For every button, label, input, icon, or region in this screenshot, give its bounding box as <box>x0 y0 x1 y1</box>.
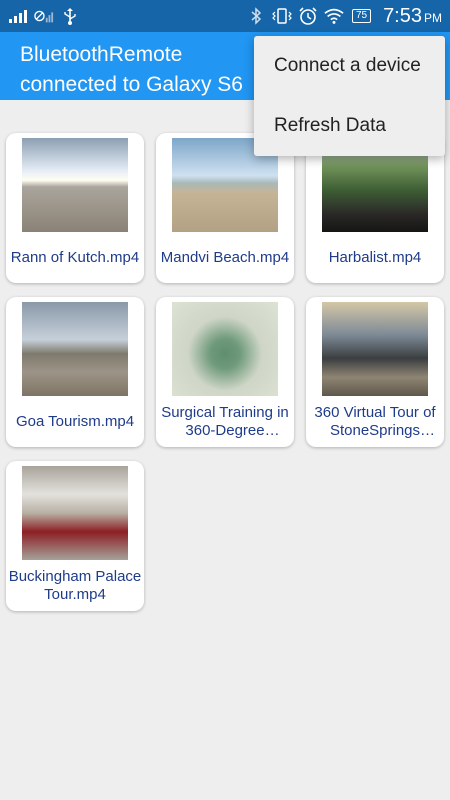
video-thumbnail <box>22 466 128 560</box>
video-title: Rann of Kutch.mp4 <box>10 248 140 266</box>
vibrate-icon <box>272 6 292 26</box>
battery-icon: 75 <box>351 9 372 23</box>
menu-item-connect-device[interactable]: Connect a device <box>254 36 445 96</box>
clock-ampm: PM <box>424 10 442 25</box>
video-thumbnail <box>22 138 128 232</box>
video-grid: Rann of Kutch.mp4 Mandvi Beach.mp4 Harba… <box>6 133 446 611</box>
video-thumbnail <box>172 302 278 396</box>
video-thumbnail <box>22 302 128 396</box>
video-thumbnail <box>322 302 428 396</box>
video-card-virtual-tour[interactable]: 360 Virtual Tour of StoneSprings Hospita… <box>306 297 444 447</box>
video-card-buckingham-palace[interactable]: Buckingham Palace Tour.mp4 <box>6 461 144 611</box>
video-title: Surgical Training in 360-Degree Video.mp… <box>161 403 289 439</box>
clock: 7:53 PM <box>383 5 442 28</box>
video-card-rann-of-kutch[interactable]: Rann of Kutch.mp4 <box>6 133 144 283</box>
wifi-icon <box>324 6 344 26</box>
signal-icon <box>8 6 28 26</box>
video-title: Harbalist.mp4 <box>328 248 422 266</box>
video-title: Mandvi Beach.mp4 <box>160 248 290 266</box>
video-title: Buckingham Palace Tour.mp4 <box>8 567 142 603</box>
usb-icon <box>60 6 80 26</box>
no-signal-icon <box>34 6 54 26</box>
video-card-surgical-training[interactable]: Surgical Training in 360-Degree Video.mp… <box>156 297 294 447</box>
video-title: 360 Virtual Tour of StoneSprings Hospita… <box>314 403 436 439</box>
alarm-icon <box>298 6 318 26</box>
menu-item-refresh-data[interactable]: Refresh Data <box>254 96 445 156</box>
clock-time: 7:53 <box>383 4 422 27</box>
status-bar: 75 7:53 PM <box>0 0 450 32</box>
video-card-goa-tourism[interactable]: Goa Tourism.mp4 <box>6 297 144 447</box>
bluetooth-icon <box>246 6 266 26</box>
video-title: Goa Tourism.mp4 <box>15 412 135 430</box>
overflow-menu: Connect a device Refresh Data <box>254 36 445 156</box>
